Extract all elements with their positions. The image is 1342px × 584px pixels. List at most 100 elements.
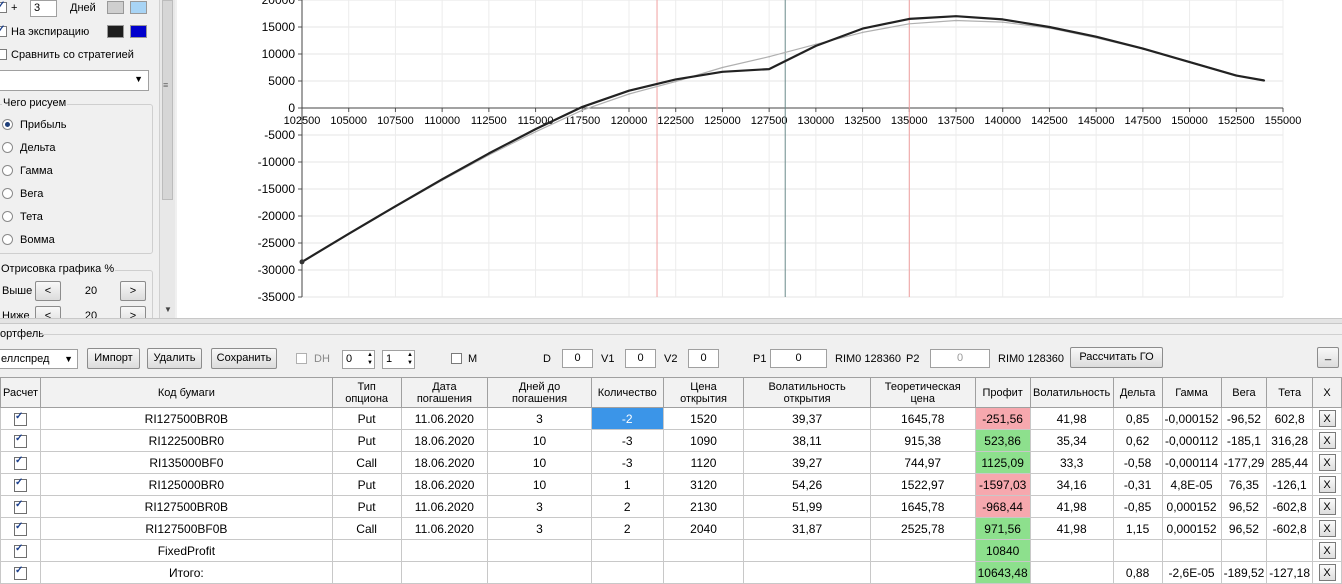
radio-delta[interactable] xyxy=(2,142,13,153)
cell-theta[interactable]: -602,8 xyxy=(1266,517,1313,540)
cell-date[interactable] xyxy=(400,539,489,562)
cell-type[interactable]: Call xyxy=(331,517,402,540)
cell-price[interactable]: 1090 xyxy=(662,429,745,452)
remove-row-cell[interactable]: X xyxy=(1312,517,1342,540)
cell-delta[interactable]: -0,31 xyxy=(1112,473,1163,496)
spin2-input[interactable]: 1 ▲ ▼ xyxy=(382,350,415,369)
cell-type[interactable] xyxy=(331,539,402,562)
cell-price[interactable] xyxy=(662,539,745,562)
col-header-gamma[interactable]: Гамма xyxy=(1161,377,1222,408)
cell-days[interactable] xyxy=(487,539,592,562)
col-header-price[interactable]: Цена открытия xyxy=(662,377,745,408)
table-row[interactable]: Итого: 10643,48 0,88-2,6E-05-189,52-127,18… xyxy=(0,561,1342,584)
p2-input[interactable]: 0 xyxy=(930,349,990,368)
cell-gamma[interactable]: -0,000152 xyxy=(1161,407,1222,430)
calc-checkbox[interactable] xyxy=(14,455,27,470)
cell-code[interactable]: Итого: xyxy=(40,561,333,584)
cell-theo[interactable]: 744,97 xyxy=(869,451,976,474)
expiry-checkbox[interactable] xyxy=(0,24,7,37)
table-row[interactable]: RI127500BR0BPut11.06.202032213051,991645… xyxy=(0,495,1342,518)
days-color-swatch[interactable] xyxy=(107,1,124,14)
cell-price[interactable] xyxy=(662,561,745,584)
cell-code[interactable]: RI135000BF0 xyxy=(40,451,333,474)
cell-date[interactable]: 18.06.2020 xyxy=(400,451,489,474)
remove-row-cell[interactable]: X xyxy=(1312,539,1342,562)
expiry-alt-color-swatch[interactable] xyxy=(130,25,147,38)
cell-days[interactable]: 10 xyxy=(487,429,592,452)
cell-vol-open[interactable]: 51,99 xyxy=(743,495,871,518)
cell-type[interactable]: Put xyxy=(331,473,402,496)
col-header-delta[interactable]: Дельта xyxy=(1112,377,1163,408)
cell-theo[interactable] xyxy=(869,539,976,562)
cell-type[interactable]: Put xyxy=(331,495,402,518)
cell-theta[interactable]: 602,8 xyxy=(1266,407,1313,430)
calc-checkbox[interactable] xyxy=(14,433,27,448)
cell-date[interactable]: 18.06.2020 xyxy=(400,473,489,496)
cell-date[interactable]: 18.06.2020 xyxy=(400,429,489,452)
cell-profit[interactable]: -251,56 xyxy=(974,407,1031,430)
cell-type[interactable] xyxy=(331,561,402,584)
remove-row-button[interactable]: X xyxy=(1318,564,1336,581)
cell-gamma[interactable]: -0,000112 xyxy=(1161,429,1222,452)
radio-gamma[interactable] xyxy=(2,165,13,176)
remove-row-button[interactable]: X xyxy=(1318,410,1336,427)
cell-gamma[interactable] xyxy=(1161,539,1222,562)
calc-checkbox[interactable] xyxy=(14,411,27,426)
remove-row-cell[interactable]: X xyxy=(1312,495,1342,518)
cell-date[interactable]: 11.06.2020 xyxy=(400,495,489,518)
table-row[interactable]: RI125000BR0Put18.06.2020101312054,261522… xyxy=(0,473,1342,496)
cell-theo[interactable]: 1522,97 xyxy=(869,473,976,496)
cell-qty[interactable]: -3 xyxy=(590,451,664,474)
calc-checkbox[interactable] xyxy=(14,477,27,492)
calc-checkbox-cell[interactable] xyxy=(0,473,41,496)
cell-vega[interactable]: -185,1 xyxy=(1220,429,1268,452)
table-row[interactable]: RI122500BR0Put18.06.202010-3109038,11915… xyxy=(0,429,1342,452)
cell-profit[interactable]: 10840 xyxy=(974,539,1031,562)
cell-vol[interactable] xyxy=(1029,561,1114,584)
expiry-color-swatch[interactable] xyxy=(107,25,124,38)
cell-theta[interactable] xyxy=(1266,539,1313,562)
cell-gamma[interactable]: 4,8E-05 xyxy=(1161,473,1222,496)
cell-qty[interactable]: 2 xyxy=(590,495,664,518)
remove-row-cell[interactable]: X xyxy=(1312,473,1342,496)
cell-price[interactable]: 1120 xyxy=(662,451,745,474)
col-header-type[interactable]: Тип опциона xyxy=(331,377,402,408)
remove-row-cell[interactable]: X xyxy=(1312,561,1342,584)
calc-checkbox-cell[interactable] xyxy=(0,407,41,430)
cell-days[interactable] xyxy=(487,561,592,584)
col-header-calc[interactable]: Расчет xyxy=(0,377,41,408)
remove-row-cell[interactable]: X xyxy=(1312,451,1342,474)
calc-checkbox-cell[interactable] xyxy=(0,495,41,518)
cell-code[interactable]: RI127500BR0B xyxy=(40,407,333,430)
cell-code[interactable]: RI127500BR0B xyxy=(40,495,333,518)
table-row[interactable]: FixedProfit 10840 X xyxy=(0,539,1342,562)
cell-gamma[interactable]: -2,6E-05 xyxy=(1161,561,1222,584)
cell-vol-open[interactable]: 39,27 xyxy=(743,451,871,474)
cell-theo[interactable]: 1645,78 xyxy=(869,407,976,430)
cell-price[interactable]: 2040 xyxy=(662,517,745,540)
cell-theo[interactable]: 1645,78 xyxy=(869,495,976,518)
remove-row-button[interactable]: X xyxy=(1318,498,1336,515)
cell-theta[interactable]: 285,44 xyxy=(1266,451,1313,474)
cell-theo[interactable]: 915,38 xyxy=(869,429,976,452)
calc-checkbox-cell[interactable] xyxy=(0,539,41,562)
cell-vega[interactable]: 96,52 xyxy=(1220,517,1268,540)
days-checkbox[interactable] xyxy=(0,0,7,13)
cell-qty[interactable] xyxy=(590,539,664,562)
scrollbar-thumb[interactable] xyxy=(162,0,173,200)
remove-row-button[interactable]: X xyxy=(1318,454,1336,471)
d-input[interactable]: 0 xyxy=(562,349,593,368)
cell-days[interactable]: 10 xyxy=(487,473,592,496)
cell-vol[interactable]: 41,98 xyxy=(1029,407,1114,430)
cell-date[interactable]: 11.06.2020 xyxy=(400,517,489,540)
strategy-compare-dropdown[interactable]: ▼ xyxy=(0,70,149,91)
remove-row-button[interactable]: X xyxy=(1318,542,1336,559)
cell-code[interactable]: RI127500BF0B xyxy=(40,517,333,540)
cell-days[interactable]: 3 xyxy=(487,495,592,518)
dh-checkbox[interactable] xyxy=(296,353,307,364)
cell-vol[interactable]: 35,34 xyxy=(1029,429,1114,452)
radio-vega[interactable] xyxy=(2,188,13,199)
cell-vol-open[interactable]: 54,26 xyxy=(743,473,871,496)
remove-row-button[interactable]: X xyxy=(1318,432,1336,449)
cell-qty[interactable]: -2 xyxy=(590,407,664,430)
